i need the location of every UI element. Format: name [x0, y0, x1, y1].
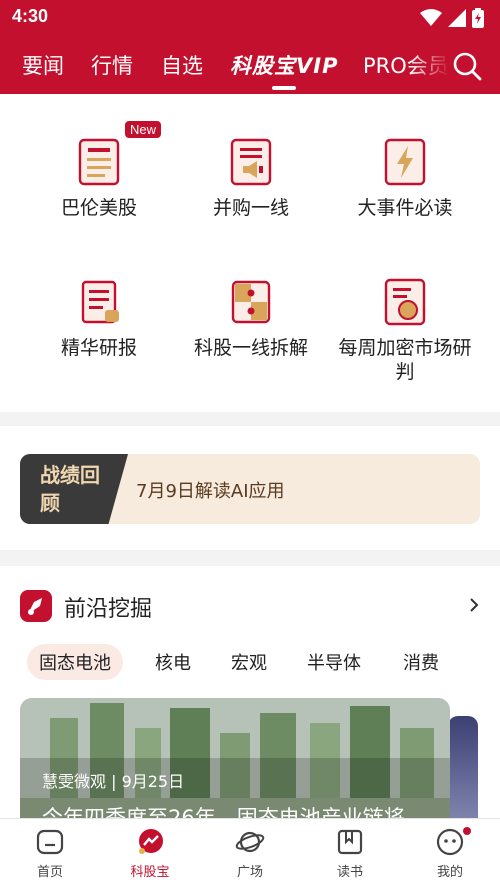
article-meta: 慧雯微观 | 9月25日: [42, 772, 185, 791]
chip-nuclear[interactable]: 核电: [143, 644, 203, 680]
banner-section: 战绩回顾 7月9日解读AI应用: [0, 426, 500, 550]
wifi-icon: [420, 9, 442, 26]
grid-label: 科股一线拆解: [193, 337, 308, 359]
puzzle-icon: [231, 280, 271, 324]
grid-label: 大事件必读: [357, 197, 453, 219]
bottom-nav-reading[interactable]: 读书: [315, 827, 385, 880]
notification-dot: [463, 827, 471, 835]
top-nav: 要闻 行情 自选 科股宝VIP PRO会员: [0, 36, 500, 94]
grid-label: 并购一线: [212, 197, 289, 219]
grid-item-mna[interactable]: 并购一线: [176, 136, 326, 220]
bottom-nav-label: 科股宝: [130, 865, 170, 880]
grid-item-major-events[interactable]: 大事件必读: [330, 136, 480, 220]
book-icon: [337, 829, 363, 855]
tab-news[interactable]: 要闻: [22, 50, 64, 80]
planet-icon: [235, 831, 265, 853]
bottom-nav-mine[interactable]: 我的: [415, 827, 485, 880]
bottom-nav: 首页 科股宝 广场 读书 我的: [0, 818, 500, 890]
section-title: 前沿挖掘: [64, 597, 153, 622]
megaphone-doc-icon: [230, 138, 272, 186]
signal-icon: [448, 9, 466, 27]
new-badge: New: [125, 121, 162, 138]
frontier-section: 前沿挖掘 固态电池 核电 宏观 半导体 消费 慧雯微观 | 9月25日 今年四季…: [0, 566, 500, 826]
bottom-nav-label: 读书: [336, 865, 363, 880]
chip-solid-state-battery[interactable]: 固态电池: [27, 644, 123, 680]
status-bar: 4:30: [0, 0, 500, 36]
scroll-icon: [81, 280, 119, 324]
bottom-nav-kegubao[interactable]: 科股宝: [115, 827, 185, 880]
article-card[interactable]: 慧雯微观 | 9月25日 今年四季度至26年，固态电池产业链将: [20, 698, 450, 826]
bottom-nav-home[interactable]: 首页: [15, 827, 85, 880]
banner-tag: 战绩回顾: [40, 463, 100, 515]
barrons-doc-icon: [78, 138, 120, 186]
profile-icon: [436, 828, 464, 856]
bottom-nav-label: 我的: [436, 865, 463, 880]
tab-kegubao-vip[interactable]: 科股宝VIP: [230, 50, 338, 80]
bottom-nav-label: 广场: [236, 865, 263, 880]
active-tab-indicator: [272, 86, 296, 90]
bottom-nav-label: 首页: [36, 865, 63, 880]
chip-semiconductor[interactable]: 半导体: [295, 644, 373, 680]
banner-text: 7月9日解读AI应用: [136, 481, 285, 502]
grid-label: 巴伦美股: [60, 197, 137, 219]
bottom-nav-square[interactable]: 广场: [215, 827, 285, 880]
lightning-doc-icon: [384, 138, 426, 186]
tab-market[interactable]: 行情: [91, 50, 133, 80]
grid-item-barrons[interactable]: 巴伦美股: [24, 136, 174, 220]
next-article-card[interactable]: [448, 716, 478, 826]
grid-item-tech-breakdown[interactable]: 科股一线拆解: [176, 276, 326, 360]
grid-item-research[interactable]: 精华研报: [24, 276, 174, 360]
chevron-right-icon[interactable]: [466, 596, 482, 614]
home-icon: [36, 829, 64, 855]
performance-review-banner[interactable]: 战绩回顾 7月9日解读AI应用: [20, 454, 480, 524]
coin-doc-icon: [384, 278, 426, 326]
tab-fade: [410, 36, 450, 94]
grid-label: 每周加密市场研判: [338, 337, 472, 383]
status-time: 4:30: [12, 6, 49, 26]
battery-icon: [472, 8, 484, 28]
stock-treasure-icon: [139, 829, 163, 854]
chip-consumer[interactable]: 消费: [391, 644, 451, 680]
status-icons: [420, 8, 484, 28]
rocket-icon: [20, 590, 52, 622]
grid-item-crypto-weekly[interactable]: 每周加密市场研判: [330, 276, 480, 384]
grid-label: 精华研报: [60, 337, 137, 359]
chip-macro[interactable]: 宏观: [219, 644, 279, 680]
tab-watchlist[interactable]: 自选: [161, 50, 203, 80]
feature-grid: 巴伦美股 New 并购一线 大事件必读 精华研报 科股一线拆解 每周加密市场研判: [0, 94, 500, 412]
search-icon[interactable]: [452, 51, 482, 81]
